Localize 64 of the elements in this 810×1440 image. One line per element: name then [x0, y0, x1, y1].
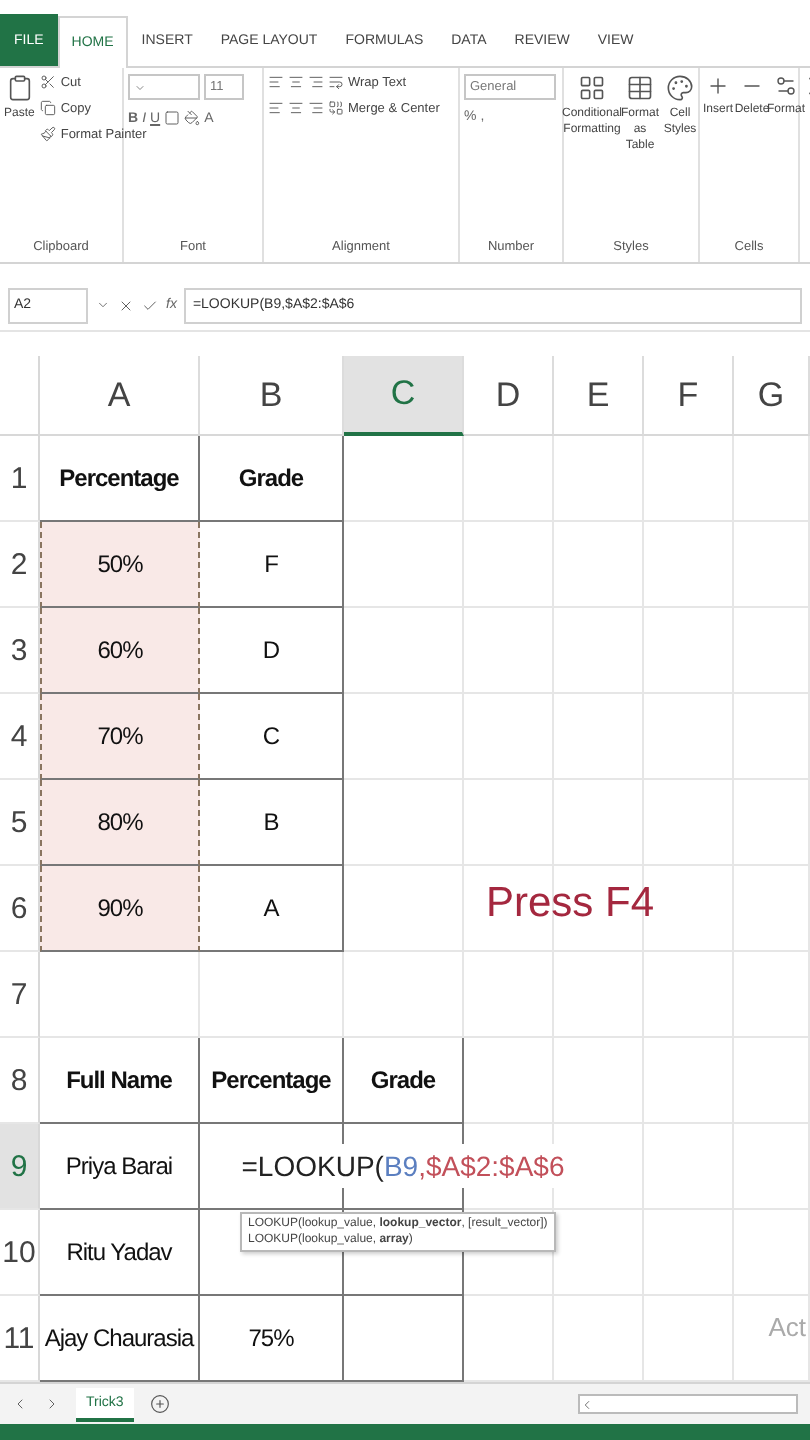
header-cell-text: Full Name — [66, 1066, 172, 1094]
chevron-left-icon[interactable] — [12, 1396, 28, 1412]
row-header[interactable]: 5 — [0, 780, 40, 866]
align-left-icon[interactable] — [268, 100, 284, 116]
activation-notice: Act — [768, 1312, 806, 1342]
chevron-left-icon[interactable] — [580, 1397, 594, 1411]
check-icon[interactable] — [142, 297, 158, 313]
row-header[interactable]: 3 — [0, 608, 40, 694]
cell-text: Ajay Chaurasia — [44, 1324, 194, 1352]
row-header[interactable]: 8 — [0, 1038, 40, 1124]
paint-bucket-icon[interactable] — [184, 110, 201, 126]
row-header[interactable]: 9 — [0, 1124, 40, 1210]
row-header[interactable]: 7 — [0, 952, 40, 1038]
cell-text: A — [263, 894, 279, 922]
cell-text: C — [262, 722, 280, 750]
header-cell-text: Grade — [370, 1066, 436, 1094]
close-icon[interactable] — [118, 297, 134, 313]
formula-text: =LOOKUP(B9,$A$2:$A$6 — [239, 1144, 567, 1188]
wrap-text-icon[interactable] — [328, 74, 344, 90]
row-header[interactable]: 1 — [0, 436, 40, 522]
header-cell-text: Grade — [238, 464, 304, 492]
cell-text: 70% — [97, 722, 143, 750]
column-header[interactable]: B — [200, 356, 344, 436]
row-header[interactable]: 10 — [0, 1210, 40, 1296]
cell-text: Priya Barai — [65, 1152, 173, 1180]
paintbrush-icon[interactable] — [40, 126, 57, 142]
font-name-field[interactable] — [128, 74, 200, 100]
clipboard-icon[interactable] — [5, 74, 34, 102]
cell-text: F — [264, 550, 278, 578]
cell-text: 75% — [248, 1324, 294, 1352]
cell-text: 80% — [97, 808, 143, 836]
cell-text: B — [263, 808, 279, 836]
cell-text: 60% — [97, 636, 143, 664]
row-header[interactable]: 6 — [0, 866, 40, 952]
column-header[interactable]: A — [40, 356, 200, 436]
row-header[interactable]: 2 — [0, 522, 40, 608]
grid-icon[interactable] — [578, 74, 606, 102]
column-header[interactable]: D — [464, 356, 554, 436]
add-sheet-icon[interactable] — [149, 1394, 170, 1414]
horizontal-scrollbar[interactable] — [578, 1394, 798, 1414]
plus-icon[interactable] — [706, 74, 730, 98]
palette-icon[interactable] — [666, 74, 694, 102]
header-cell-text: Percentage — [211, 1066, 331, 1094]
column-header[interactable]: E — [554, 356, 644, 436]
column-header[interactable]: G — [734, 356, 810, 436]
header-cell-text: Percentage — [59, 464, 179, 492]
align-center-icon[interactable] — [288, 100, 304, 116]
cell-text: 90% — [97, 894, 143, 922]
chevron-right-icon[interactable] — [44, 1396, 60, 1412]
press-key-annotation: Press F4 — [486, 880, 655, 928]
cell-text: Ritu Yadav — [66, 1238, 172, 1266]
scissors-icon[interactable] — [40, 74, 57, 90]
cell-text: D — [262, 636, 280, 664]
copy-icon[interactable] — [40, 100, 57, 116]
cell-text: 50% — [97, 550, 143, 578]
column-header[interactable]: C — [344, 356, 464, 436]
caret-icon[interactable] — [96, 298, 110, 312]
sliders-icon[interactable] — [774, 74, 798, 98]
row-header[interactable]: 4 — [0, 694, 40, 780]
align-right-icon[interactable] — [308, 100, 324, 116]
column-header[interactable]: F — [644, 356, 734, 436]
border-icon[interactable] — [164, 110, 181, 126]
table-icon[interactable] — [626, 74, 654, 102]
row-header[interactable]: 11 — [0, 1296, 40, 1382]
